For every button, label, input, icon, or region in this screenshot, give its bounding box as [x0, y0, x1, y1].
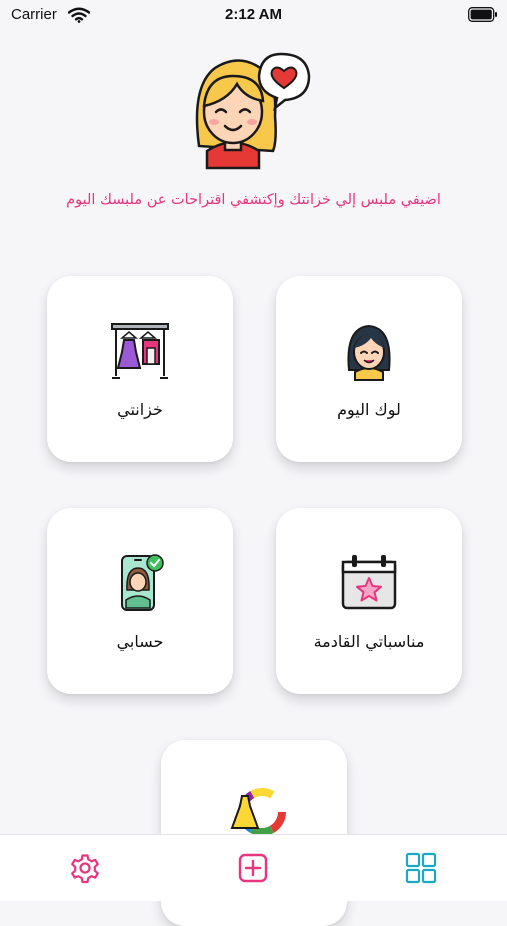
girl-heart-bubble-icon — [195, 52, 311, 170]
tab-add[interactable] — [236, 851, 270, 885]
closet-label: خزانتي — [117, 400, 163, 419]
profile-phone-icon — [121, 554, 164, 611]
gear-icon — [71, 854, 99, 884]
clock-time: 2:12 AM — [225, 6, 282, 23]
battery-icon — [468, 7, 497, 22]
grid-icon — [405, 852, 437, 884]
upcoming-events-label: مناسباتي القادمة — [313, 632, 425, 651]
plus-square-icon — [238, 853, 268, 883]
closet-card[interactable]: خزانتي — [47, 276, 233, 462]
upcoming-events-card[interactable]: مناسباتي القادمة — [276, 508, 462, 694]
my-account-card[interactable]: حسابي — [47, 508, 233, 694]
tab-settings[interactable] — [68, 851, 102, 885]
tagline-text: اضيفي ملبس إلي خزانتك وإكتشفي اقتراحات ع… — [66, 192, 441, 208]
wardrobe-rack-icon — [111, 323, 169, 379]
girl-avatar-icon — [347, 324, 391, 381]
todays-look-card[interactable]: لوك اليوم — [276, 276, 462, 462]
my-account-label: حسابي — [116, 632, 164, 651]
bottom-tab-bar — [0, 834, 507, 901]
calendar-star-icon — [341, 555, 397, 610]
todays-look-label: لوك اليوم — [337, 400, 401, 419]
status-bar: Carrier 2:12 AM — [0, 0, 507, 32]
tab-grid[interactable] — [404, 851, 438, 885]
